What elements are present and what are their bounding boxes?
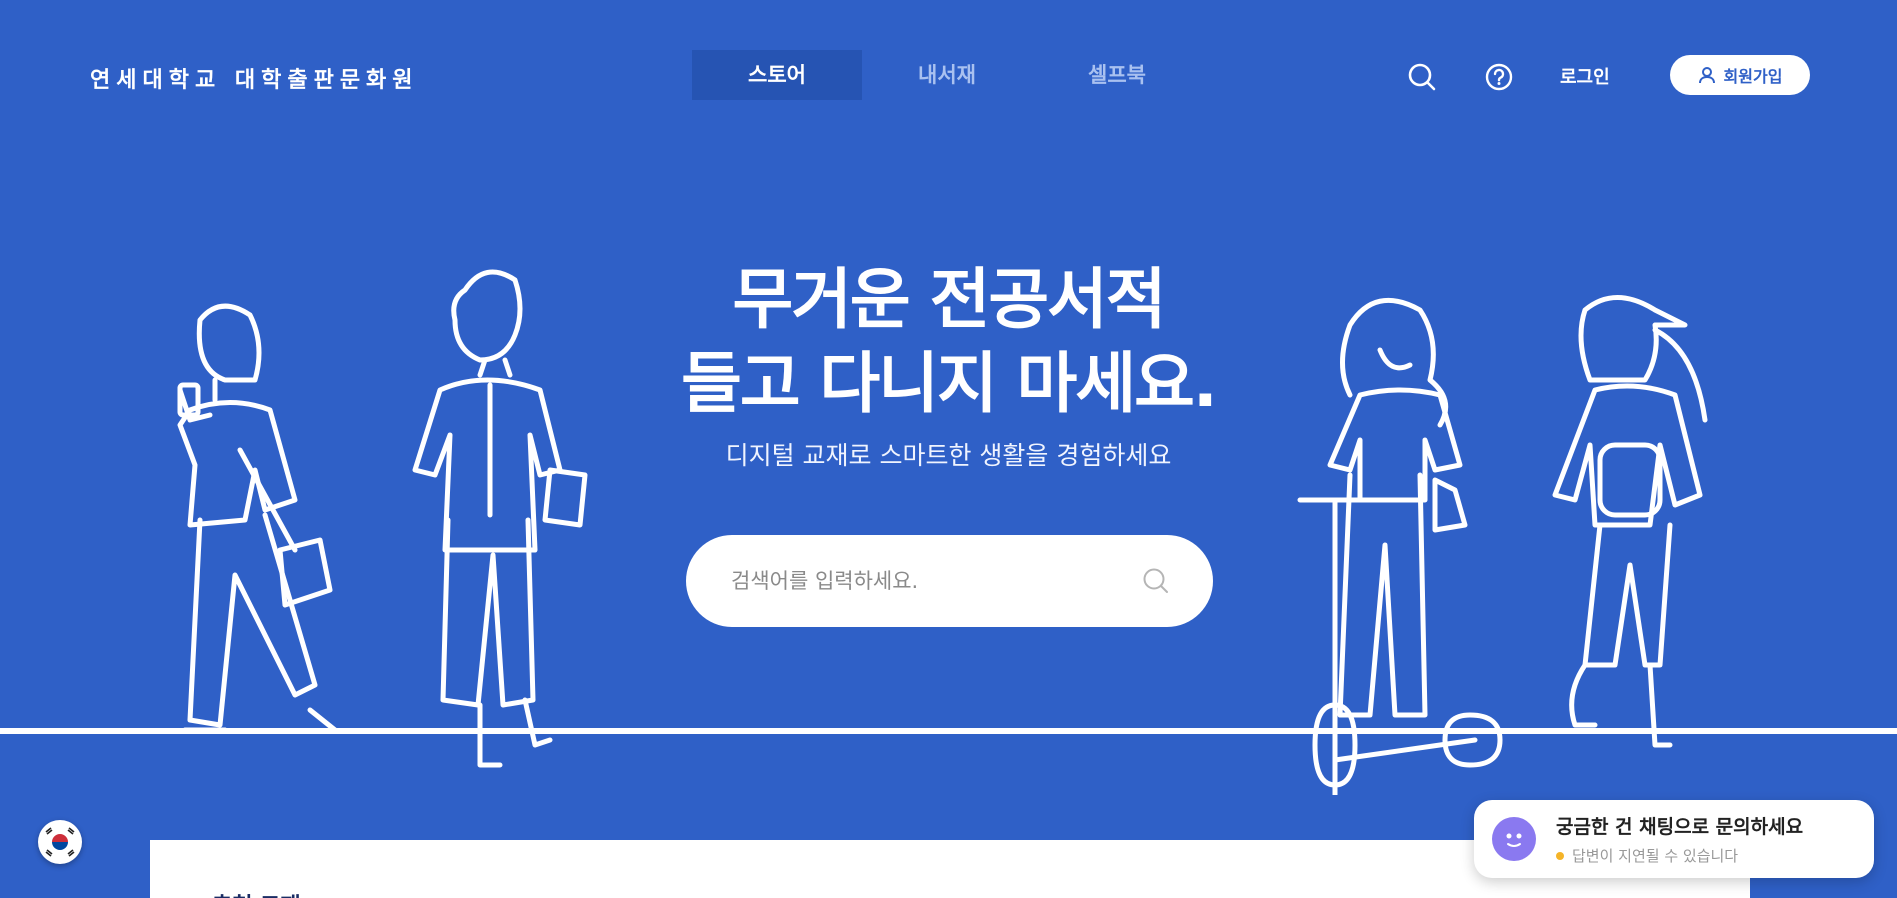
tab-store[interactable]: 스토어 (692, 50, 862, 100)
status-dot (1556, 851, 1564, 860)
language-flag-icon[interactable] (38, 820, 82, 864)
chat-status-text: 답변이 지연될 수 있습니다 (1572, 847, 1739, 865)
search-icon[interactable] (1407, 62, 1437, 92)
user-icon (1698, 67, 1715, 84)
main-nav: 스토어 내서재 셀프북 (692, 50, 1202, 100)
chat-bot-icon (1492, 817, 1536, 861)
section-title: 추천 교재 (212, 888, 301, 898)
site-logo[interactable]: 연세대학교 대학출판문화원 (90, 62, 419, 94)
cap-girl-illustration (1552, 295, 1708, 748)
walking-man-illustration (412, 269, 588, 768)
tab-my-library[interactable]: 내서재 (862, 50, 1032, 100)
signup-label: 회원가입 (1723, 67, 1783, 86)
chat-widget[interactable]: 궁금한 건 채팅으로 문의하세요 답변이 지연될 수 있습니다 (1474, 800, 1874, 878)
tab-self-book[interactable]: 셀프북 (1032, 50, 1202, 100)
signup-button[interactable]: 회원가입 (1670, 55, 1810, 95)
chat-title: 궁금한 건 채팅으로 문의하세요 (1556, 816, 1804, 838)
search-input[interactable] (731, 569, 1141, 593)
chat-status: 답변이 지연될 수 있습니다 (1556, 845, 1803, 866)
search-icon[interactable] (1141, 566, 1171, 596)
hero-search-bar (686, 535, 1213, 627)
walking-woman-illustration (177, 303, 338, 733)
login-link[interactable]: 로그인 (1560, 63, 1610, 89)
scooter-girl-illustration (1297, 297, 1503, 795)
help-icon[interactable] (1484, 62, 1514, 92)
